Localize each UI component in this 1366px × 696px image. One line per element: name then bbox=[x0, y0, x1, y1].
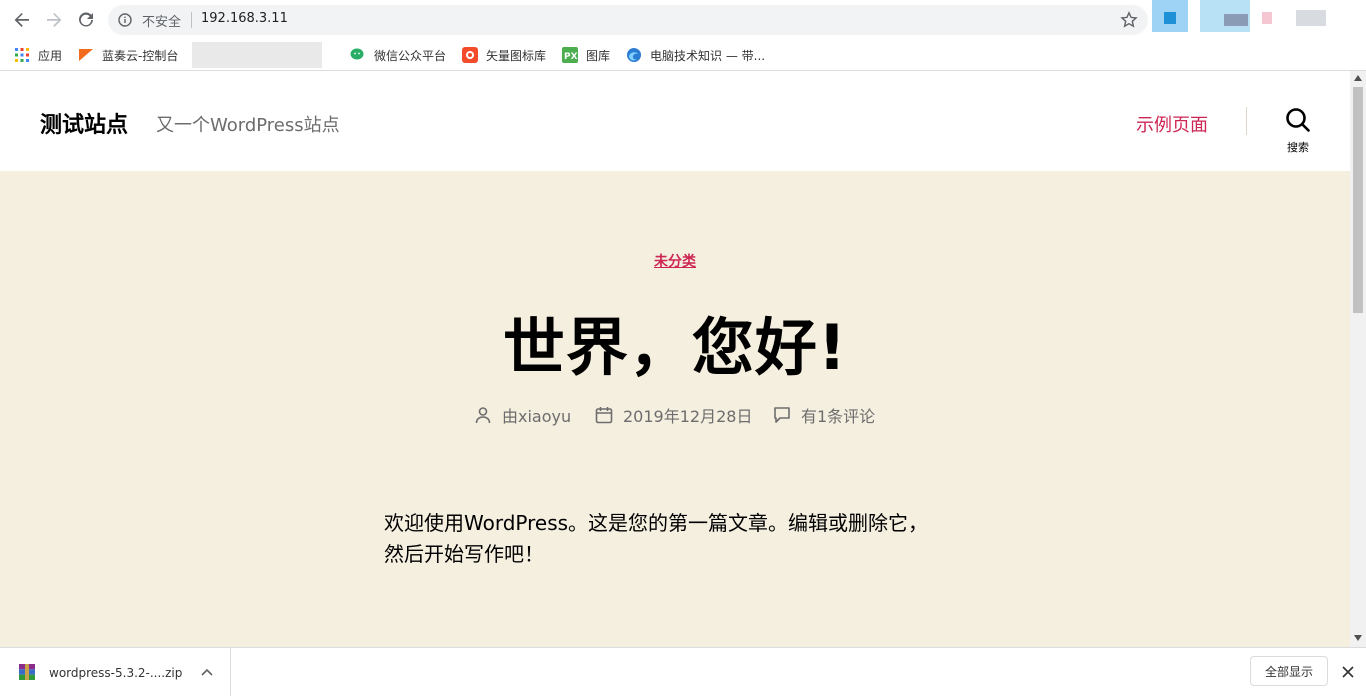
info-icon[interactable] bbox=[118, 13, 132, 27]
lanzou-icon bbox=[79, 49, 93, 61]
download-bar: wordpress-5.3.2-....zip 全部显示 bbox=[0, 647, 1366, 696]
site-title[interactable]: 测试站点 bbox=[40, 107, 128, 139]
comment-icon bbox=[774, 407, 790, 423]
calendar-icon bbox=[595, 407, 613, 424]
bookmark-label: 电脑技术知识 — 带... bbox=[650, 48, 766, 63]
extension-icon bbox=[1224, 14, 1248, 26]
user-icon bbox=[475, 407, 491, 424]
category-link[interactable]: 未分类 bbox=[654, 254, 696, 270]
security-label: 不安全 bbox=[142, 15, 182, 30]
scrollbar-thumb[interactable] bbox=[1353, 87, 1363, 313]
bookmark-star-icon[interactable] bbox=[1120, 11, 1138, 29]
search-label: 搜索 bbox=[1287, 141, 1309, 154]
post-title: 世界，您好! bbox=[502, 311, 848, 384]
bookmark-gallery[interactable]: PX 图库 bbox=[562, 45, 610, 65]
post-comments-text: 有1条评论 bbox=[801, 407, 876, 426]
search-icon bbox=[1286, 108, 1310, 132]
show-all-downloads-button[interactable]: 全部显示 bbox=[1250, 656, 1328, 686]
bookmark-label: 图库 bbox=[586, 48, 611, 63]
bookmark-tech[interactable]: 电脑技术知识 — 带... bbox=[626, 45, 765, 65]
menu-item-sample-page[interactable]: 示例页面 bbox=[1136, 111, 1208, 137]
winrar-archive-icon bbox=[19, 664, 35, 680]
browser-toolbar: 不安全 192.168.3.11 bbox=[0, 0, 1366, 40]
page-scrollbar[interactable] bbox=[1350, 71, 1366, 647]
post-author-text: 由xiaoyu bbox=[502, 407, 572, 426]
content-line: 欢迎使用WordPress。这是您的第一篇文章。编辑或删除它， bbox=[384, 511, 929, 535]
webpage: 测试站点 又一个WordPress站点 示例页面 搜索 未分类 世界，您好! 由… bbox=[0, 71, 1350, 647]
blurred-bookmark[interactable] bbox=[192, 42, 322, 68]
site-description: 又一个WordPress站点 bbox=[156, 115, 340, 136]
post-content: 欢迎使用WordPress。这是您的第一篇文章。编辑或删除它， 然后开始写作吧！ bbox=[384, 508, 964, 570]
extension-icon[interactable] bbox=[1296, 10, 1326, 26]
content-line: 然后开始写作吧！ bbox=[384, 542, 544, 566]
address-bar[interactable]: 不安全 192.168.3.11 bbox=[108, 5, 1148, 35]
extension-icon[interactable] bbox=[1262, 12, 1272, 24]
download-item[interactable]: wordpress-5.3.2-....zip bbox=[0, 648, 231, 696]
url-text[interactable]: 192.168.3.11 bbox=[201, 11, 288, 26]
bookmark-label: 蓝奏云-控制台 bbox=[102, 48, 179, 63]
extension-icon bbox=[1164, 12, 1176, 24]
post-date[interactable]: 2019年12月28日 bbox=[595, 404, 752, 426]
bookmark-label: 应用 bbox=[38, 48, 63, 63]
post-comments[interactable]: 有1条评论 bbox=[773, 404, 875, 426]
bookmark-label: 微信公众平台 bbox=[374, 48, 447, 63]
download-filename: wordpress-5.3.2-....zip bbox=[49, 666, 183, 680]
bookmark-lanzou[interactable]: 蓝奏云-控制台 bbox=[78, 45, 178, 65]
close-icon[interactable] bbox=[1342, 666, 1354, 678]
address-separator bbox=[191, 12, 192, 28]
scroll-down-icon[interactable] bbox=[1354, 635, 1362, 641]
header-divider bbox=[1246, 107, 1247, 135]
post-category: 未分类 bbox=[0, 251, 1350, 271]
reload-icon bbox=[79, 12, 93, 27]
bookmark-wechat[interactable]: 微信公众平台 bbox=[350, 45, 446, 65]
reload-button[interactable] bbox=[74, 8, 98, 32]
search-toggle-button[interactable]: 搜索 bbox=[1280, 107, 1316, 157]
bookmark-apps[interactable]: 应用 bbox=[14, 45, 62, 65]
px-icon: PX bbox=[562, 47, 578, 63]
iconfont-icon bbox=[462, 47, 478, 63]
back-button[interactable] bbox=[10, 8, 34, 32]
forward-arrow-icon bbox=[47, 13, 62, 27]
svg-text:PX: PX bbox=[564, 52, 578, 62]
bookmark-label: 矢量图标库 bbox=[486, 48, 547, 63]
site-header: 测试站点 又一个WordPress站点 示例页面 搜索 bbox=[0, 71, 1350, 171]
bookmark-iconfont[interactable]: 矢量图标库 bbox=[462, 45, 546, 65]
post-author[interactable]: 由xiaoyu bbox=[474, 404, 571, 426]
apps-grid-icon bbox=[15, 48, 29, 62]
bookmarks-bar: 应用 蓝奏云-控制台 微信公众平台 矢量图标库 PX 图库 电脑技术知识 — 带… bbox=[0, 40, 1366, 71]
forward-button[interactable] bbox=[42, 8, 66, 32]
scroll-up-icon[interactable] bbox=[1354, 75, 1362, 81]
edge-globe-icon bbox=[627, 48, 641, 62]
wechat-icon bbox=[350, 48, 364, 60]
chevron-up-icon[interactable] bbox=[201, 668, 213, 676]
back-arrow-icon bbox=[14, 13, 29, 27]
post-date-text: 2019年12月28日 bbox=[623, 407, 753, 426]
